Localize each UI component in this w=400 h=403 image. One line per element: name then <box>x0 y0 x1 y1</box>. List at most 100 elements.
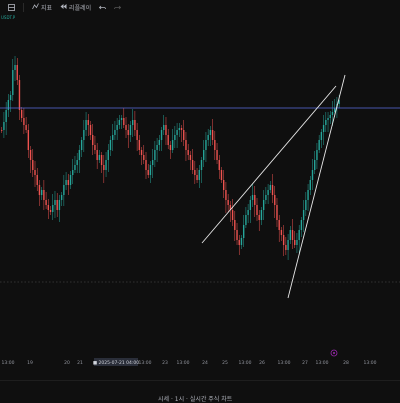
candle-body <box>80 140 83 150</box>
candle-body <box>325 120 327 125</box>
candle-body <box>200 160 203 170</box>
candle-body <box>65 180 67 185</box>
candle-body <box>151 160 154 165</box>
candle-body <box>149 165 152 175</box>
layout-icon[interactable] <box>8 3 15 11</box>
candle-body <box>287 240 289 250</box>
candle-body <box>236 230 238 240</box>
candle-body <box>216 150 218 160</box>
x-tick-label: 26 <box>259 360 265 366</box>
candle-body <box>52 205 54 212</box>
candle-body <box>16 65 18 80</box>
candle-body <box>94 145 96 150</box>
price-chart[interactable]: 13:001920212213:002313:00242513:002613:0… <box>0 14 400 380</box>
candle-body <box>127 130 129 135</box>
candle-body <box>242 225 245 238</box>
candle-body <box>187 150 189 155</box>
x-tick-label: 13:00 <box>177 360 190 366</box>
candle-body <box>76 160 78 165</box>
candle-body <box>331 112 334 115</box>
candle-body <box>289 230 291 240</box>
candle-body <box>103 165 105 170</box>
candle-body <box>116 125 118 130</box>
x-tick-label: 13:00 <box>364 360 377 366</box>
indicators-label: 지표 <box>41 4 53 12</box>
toolbar: 지표 리플레이 <box>0 0 400 14</box>
candle-body <box>227 200 229 205</box>
candle-body <box>145 160 147 170</box>
candle-body <box>318 140 320 150</box>
candle-body <box>96 150 98 160</box>
candle-body <box>167 135 169 145</box>
candle-body <box>282 235 285 245</box>
crosshair-date-label: ■ 2025-07-21 04:00 <box>93 360 139 366</box>
candle-body <box>223 180 225 190</box>
indicators-button[interactable]: 지표 <box>32 2 53 12</box>
candle-body <box>311 170 314 180</box>
candle-body <box>12 70 14 95</box>
candle-body <box>3 122 5 130</box>
footer-caption: 시세 · 1시 · 실시간 주식 차트 <box>158 396 233 403</box>
x-tick-label: 13:00 <box>316 360 329 366</box>
candle-body <box>83 130 85 140</box>
candle-body <box>72 170 74 175</box>
x-tick-label: 24 <box>202 360 208 366</box>
candle-body <box>23 118 25 125</box>
candle-body <box>140 150 143 155</box>
candle-body <box>269 185 272 190</box>
candle-body <box>129 125 132 135</box>
candle-body <box>294 240 296 245</box>
candle-body <box>185 140 187 150</box>
indicators-icon <box>32 2 41 12</box>
candle-series <box>1 56 340 260</box>
candle-body <box>316 150 318 160</box>
candle-body <box>309 180 311 190</box>
candle-body <box>67 180 69 185</box>
candle-body <box>131 120 134 125</box>
candle-body <box>47 205 50 210</box>
candle-body <box>98 155 101 160</box>
redo-icon[interactable] <box>114 4 122 11</box>
candle-body <box>125 125 127 130</box>
replay-button[interactable]: 리플레이 <box>60 3 91 12</box>
candle-body <box>163 125 165 130</box>
candle-body <box>191 160 194 170</box>
candle-body <box>38 185 41 195</box>
candle-body <box>56 200 58 210</box>
candle-body <box>176 130 178 135</box>
candle-body <box>258 215 260 220</box>
event-marker-icon <box>330 349 338 357</box>
candle-body <box>265 195 267 200</box>
candle-body <box>203 150 205 160</box>
candle-body <box>245 215 247 225</box>
candle-body <box>165 125 167 135</box>
trendline-1 <box>201 85 337 244</box>
candle-body <box>85 120 87 130</box>
candle-body <box>298 230 300 240</box>
candle-body <box>211 130 214 140</box>
x-tick-label: 13:00 <box>278 360 291 366</box>
candle-body <box>49 210 52 212</box>
x-tick-label: 13:00 <box>239 360 252 366</box>
candle-body <box>329 115 331 118</box>
x-tick-label: 13:00 <box>139 360 152 366</box>
candle-body <box>87 120 89 125</box>
candle-body <box>123 118 125 125</box>
candle-body <box>305 200 307 210</box>
candle-body <box>218 160 220 170</box>
candle-body <box>78 150 81 160</box>
toolbar-divider <box>23 2 24 12</box>
candle-body <box>254 195 256 205</box>
candle-body <box>220 170 223 180</box>
candle-body <box>205 140 207 150</box>
candle-body <box>249 200 252 210</box>
candle-body <box>25 125 27 130</box>
candle-body <box>225 190 227 200</box>
candle-body <box>198 170 200 180</box>
candle-body <box>1 130 3 131</box>
x-tick-label: 13:00 <box>2 360 15 366</box>
candle-body <box>183 130 185 140</box>
candle-body <box>43 190 45 200</box>
undo-icon[interactable] <box>99 4 107 11</box>
candle-body <box>209 130 212 135</box>
